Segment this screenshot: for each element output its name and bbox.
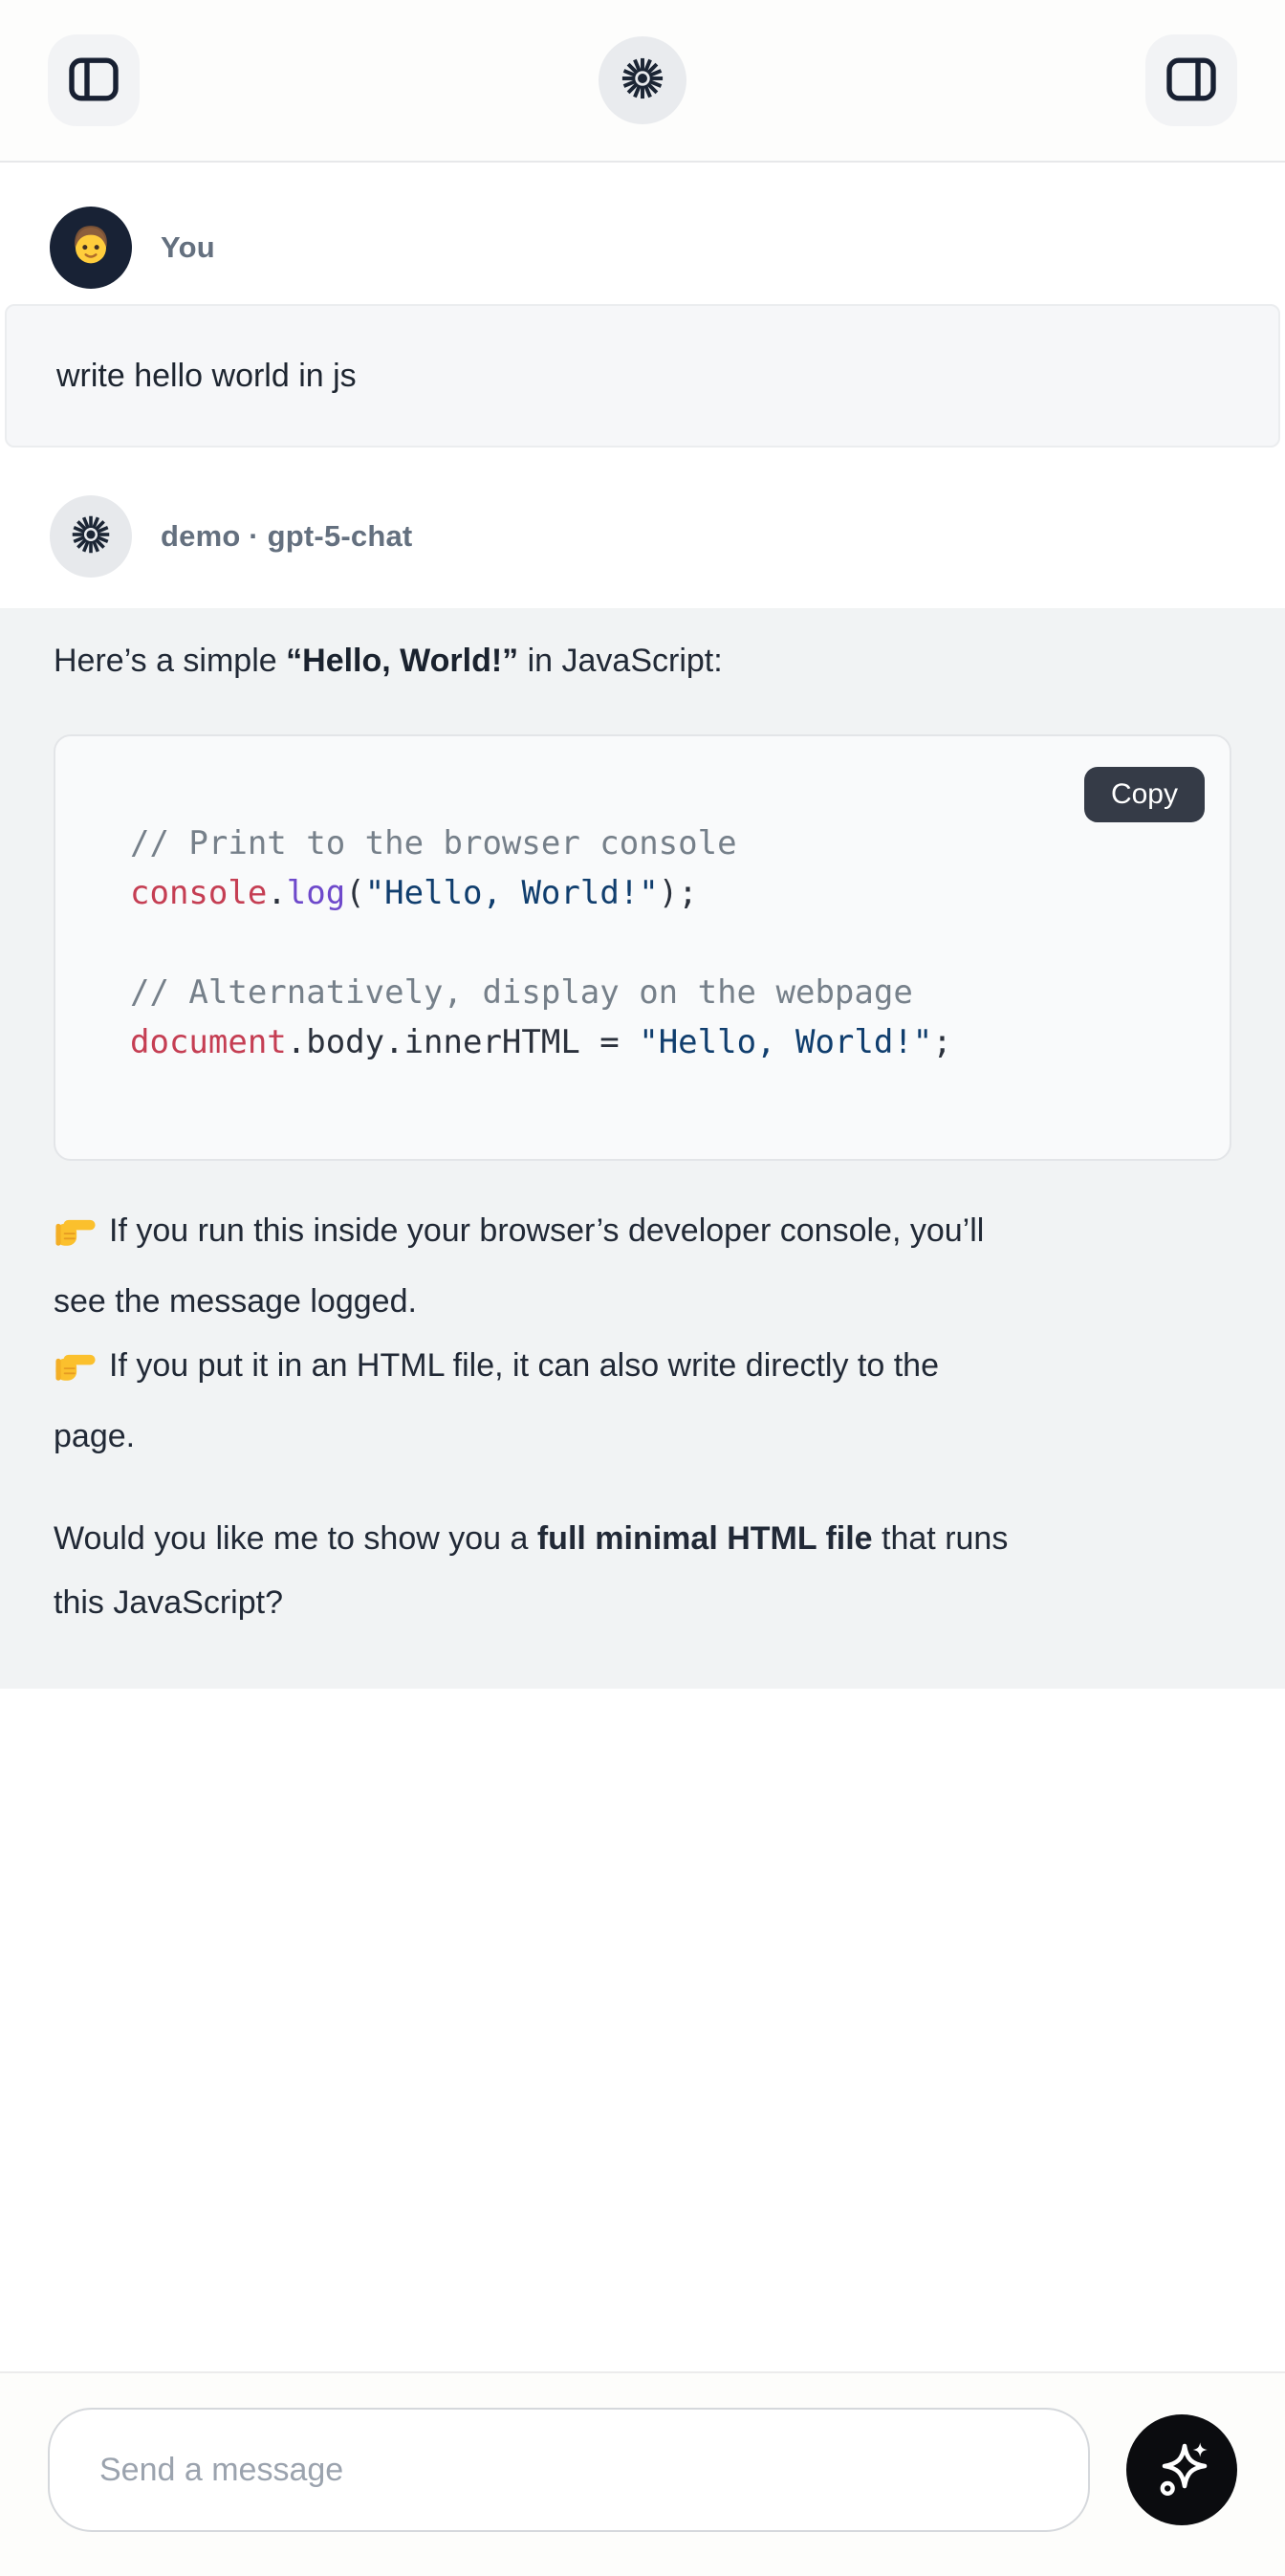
- sparkle-icon: [1151, 2438, 1212, 2502]
- question-bold-text: full minimal HTML file: [537, 1520, 873, 1557]
- tip-text: page.: [54, 1418, 135, 1454]
- user-sender-row: You: [0, 207, 1285, 289]
- intro-post-text: in JavaScript:: [518, 643, 723, 679]
- app-logo-badge: [599, 36, 686, 124]
- copy-code-button[interactable]: Copy: [1084, 767, 1205, 822]
- assistant-message: Here’s a simple “Hello, World!” in JavaS…: [0, 608, 1285, 1689]
- message-input[interactable]: [48, 2408, 1090, 2532]
- user-sender-name: You: [161, 230, 215, 265]
- assistant-question-paragraph: Would you like me to show you a full min…: [54, 1507, 1231, 1635]
- starburst-logo-icon: [621, 56, 664, 105]
- intro-bold-text: “Hello, World!”: [286, 643, 518, 679]
- question-post-text: that runs: [873, 1520, 1009, 1557]
- sidebar-right-toggle-button[interactable]: [1145, 34, 1237, 126]
- sidebar-right-toggle-icon: [1165, 55, 1217, 106]
- tip-text: see the message logged.: [54, 1283, 417, 1320]
- question-line2-text: this JavaScript?: [54, 1584, 283, 1621]
- code-content: // Print to the browser console console.…: [130, 819, 1187, 1067]
- user-message: write hello world in js: [5, 304, 1280, 448]
- assistant-tips-paragraph: If you run this inside your browser’s de…: [54, 1199, 1231, 1469]
- chat-scroll-area[interactable]: You write hello world in js: [0, 163, 1285, 2371]
- question-pre-text: Would you like me to show you a: [54, 1520, 537, 1557]
- top-bar: [0, 0, 1285, 163]
- assistant-avatar: [50, 495, 132, 578]
- starburst-avatar-icon: [71, 514, 111, 559]
- code-block: Copy // Print to the browser console con…: [54, 734, 1231, 1161]
- tip-text: If you run this inside your browser’s de…: [109, 1212, 984, 1249]
- sidebar-left-toggle-icon: [68, 55, 120, 106]
- assistant-sender-name: demo · gpt-5-chat: [161, 519, 412, 554]
- composer-bar: [0, 2371, 1285, 2576]
- send-button[interactable]: [1126, 2414, 1237, 2525]
- sidebar-left-toggle-button[interactable]: [48, 34, 140, 126]
- intro-pre-text: Here’s a simple: [54, 643, 286, 679]
- person-emoji-icon: [62, 217, 120, 279]
- user-avatar: [50, 207, 132, 289]
- pointing-right-emoji-icon: [54, 1206, 98, 1270]
- assistant-sender-row: demo · gpt-5-chat: [0, 495, 1285, 578]
- assistant-intro-paragraph: Here’s a simple “Hello, World!” in JavaS…: [54, 629, 1231, 692]
- tip-text: If you put it in an HTML file, it can al…: [109, 1347, 939, 1384]
- user-message-text: write hello world in js: [56, 358, 357, 395]
- pointing-right-emoji-icon: [54, 1341, 98, 1405]
